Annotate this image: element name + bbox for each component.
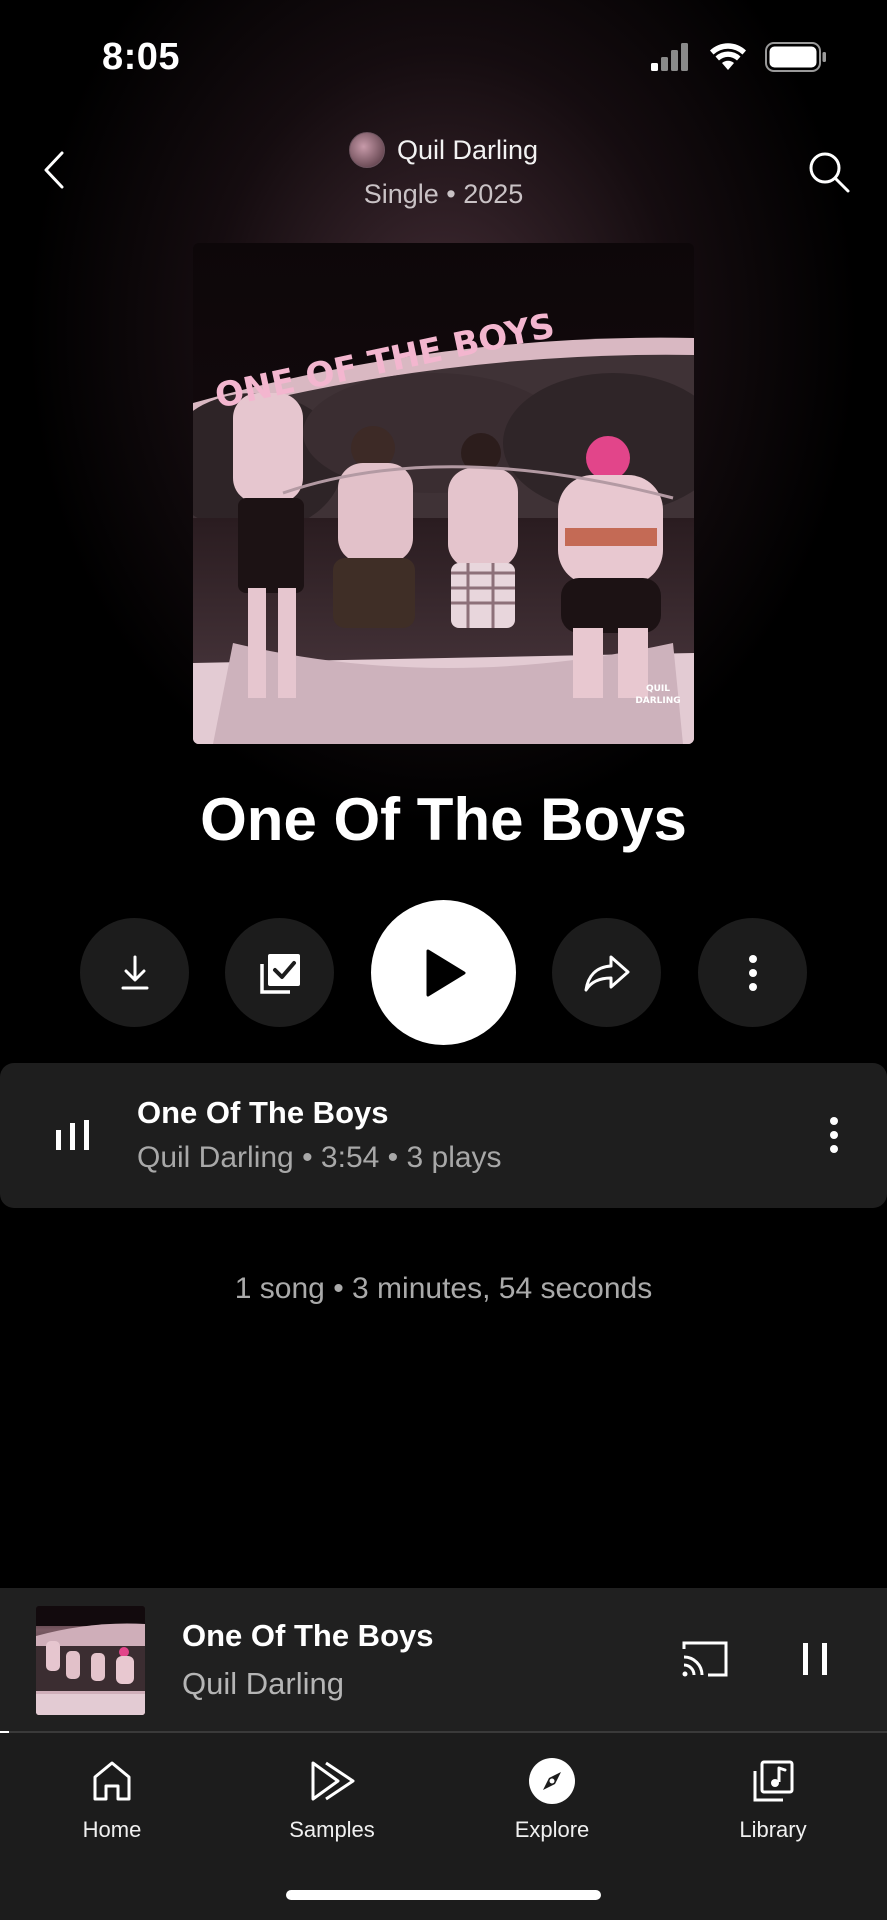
pause-icon — [803, 1643, 827, 1675]
mini-player[interactable]: One Of The Boys Quil Darling — [0, 1588, 887, 1733]
library-check-icon — [259, 953, 300, 994]
mini-thumb-art — [36, 1606, 145, 1715]
cast-button[interactable] — [678, 1632, 732, 1686]
play-icon — [426, 949, 465, 996]
artist-link[interactable]: Quil Darling — [348, 132, 539, 168]
search-icon — [809, 152, 850, 193]
track-separator: • — [379, 1141, 407, 1174]
save-to-library-button[interactable] — [225, 918, 334, 1027]
home-indicator — [286, 1890, 601, 1900]
track-plays: 3 plays — [406, 1141, 502, 1174]
mini-player-artist: Quil Darling — [182, 1666, 344, 1701]
nav-label-explore: Explore — [514, 1817, 590, 1842]
battery-icon — [765, 42, 826, 72]
album-title: One Of The Boys — [200, 786, 687, 853]
track-artist: Quil Darling — [137, 1141, 294, 1174]
cellular-signal-icon — [651, 43, 688, 71]
cover-corner-text-2: DARLING — [635, 696, 680, 706]
nav-label-home: Home — [82, 1817, 142, 1842]
more-options-button[interactable] — [698, 918, 807, 1027]
album-summary: 1 song • 3 minutes, 54 seconds — [234, 1272, 653, 1305]
more-vertical-icon — [830, 1117, 838, 1153]
home-icon — [93, 1761, 131, 1801]
track-meta: Quil Darling • 3:54 • 3 plays — [137, 1141, 502, 1175]
share-button[interactable] — [552, 918, 661, 1027]
header-artist-name: Quil Darling — [396, 134, 539, 165]
album-cover-art: ONE OF THE BOYS QUIL DARLING — [193, 243, 694, 744]
track-separator: • — [293, 1141, 321, 1174]
action-row — [0, 900, 887, 1045]
search-button[interactable] — [799, 142, 859, 202]
play-button[interactable] — [371, 900, 516, 1045]
status-icons — [651, 42, 827, 72]
nav-label-samples: Samples — [289, 1817, 375, 1842]
track-title: One Of The Boys — [137, 1095, 389, 1130]
header-center: Quil Darling Single • 2025 — [0, 132, 887, 210]
nav-item-home[interactable]: Home — [27, 1751, 197, 1843]
cast-icon — [682, 1641, 728, 1677]
pause-button[interactable] — [790, 1632, 840, 1686]
artist-avatar — [348, 132, 385, 168]
more-vertical-icon — [748, 954, 757, 991]
album-cover: ONE OF THE BOYS QUIL DARLING — [193, 243, 694, 744]
header-subtitle: Single • 2025 — [363, 179, 524, 209]
now-playing-equalizer-icon — [56, 1120, 89, 1150]
library-icon — [753, 1760, 794, 1802]
nav-item-library[interactable]: Library — [688, 1751, 858, 1843]
mini-player-title: One Of The Boys — [182, 1618, 434, 1653]
nav-item-samples[interactable]: Samples — [247, 1751, 417, 1843]
explore-icon — [529, 1758, 575, 1804]
cover-corner-text-1: QUIL — [646, 684, 670, 694]
share-icon — [584, 955, 629, 991]
download-button[interactable] — [80, 918, 189, 1027]
header: Quil Darling Single • 2025 — [0, 120, 887, 220]
track-duration: 3:54 — [320, 1141, 380, 1174]
status-bar: 8:05 — [0, 0, 887, 110]
track-row[interactable]: One Of The Boys Quil Darling • 3:54 • 3 … — [0, 1063, 887, 1208]
mini-player-thumbnail — [36, 1606, 145, 1715]
download-icon — [121, 955, 148, 989]
nav-item-explore[interactable]: Explore — [467, 1751, 637, 1843]
wifi-icon — [710, 43, 746, 70]
status-time: 8:05 — [102, 36, 181, 78]
nav-label-library: Library — [739, 1817, 807, 1842]
samples-icon — [311, 1761, 355, 1801]
track-more-button[interactable] — [819, 1108, 849, 1162]
